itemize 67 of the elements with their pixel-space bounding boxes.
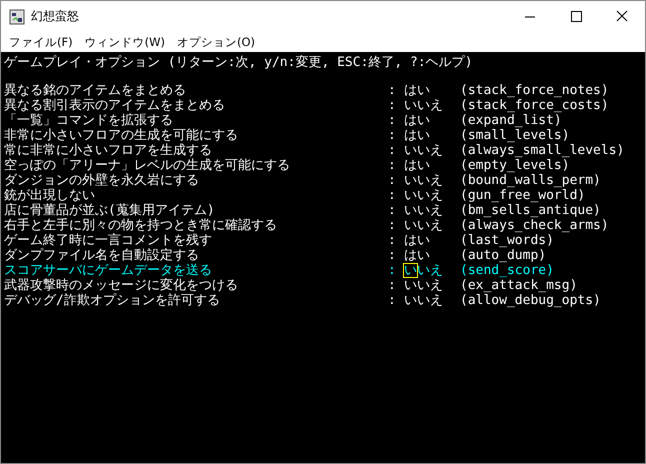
- option-value[interactable]: いいえ: [404, 293, 460, 308]
- option-key: (allow_debug_opts): [460, 293, 642, 308]
- option-key: (stack_force_notes): [460, 83, 642, 98]
- option-value[interactable]: いいえ: [404, 98, 460, 113]
- option-value[interactable]: はい: [404, 83, 460, 98]
- separator-colon: :: [388, 143, 397, 158]
- separator-colon: :: [388, 128, 397, 143]
- option-key: (gun_free_world): [460, 188, 642, 203]
- separator-colon: :: [388, 248, 397, 263]
- menu-item[interactable]: オプション(O): [170, 34, 261, 50]
- option-label[interactable]: ダンプファイル名を自動設定する: [4, 248, 388, 263]
- option-value[interactable]: いいえ: [404, 218, 460, 233]
- option-key: (expand_list): [460, 113, 642, 128]
- separator-colon: :: [388, 233, 397, 248]
- option-key: (bm_sells_antique): [460, 203, 642, 218]
- option-label[interactable]: 異なる銘のアイテムをまとめる: [4, 83, 388, 98]
- option-key: (always_small_levels): [460, 143, 642, 158]
- separator-colon: :: [388, 98, 397, 113]
- menu-item[interactable]: ウィンドウ(W): [78, 34, 171, 50]
- option-key: (last_words): [460, 233, 642, 248]
- option-value[interactable]: いいえ: [404, 188, 460, 203]
- option-value[interactable]: いいえ: [404, 143, 460, 158]
- separator-colon: :: [388, 263, 397, 278]
- option-key: (send_score): [460, 263, 642, 278]
- option-value[interactable]: はい: [404, 158, 460, 173]
- option-value[interactable]: いいえ: [404, 263, 460, 278]
- option-value[interactable]: はい: [404, 128, 460, 143]
- option-label[interactable]: 銃が出現しない: [4, 188, 388, 203]
- option-label[interactable]: 右手と左手に別々の物を持つとき常に確認する: [4, 218, 388, 233]
- option-value[interactable]: はい: [404, 113, 460, 128]
- option-label[interactable]: デバッグ/詐欺オプションを許可する: [4, 293, 388, 308]
- separator-colon: :: [388, 278, 397, 293]
- option-label[interactable]: ダンジョンの外壁を永久岩にする: [4, 173, 388, 188]
- option-label[interactable]: 店に骨董品が並ぶ(蒐集用アイテム): [4, 203, 388, 218]
- options-header: ゲームプレイ・オプション (リターン:次, y/n:変更, ESC:終了, ?:ヘルプ): [4, 55, 474, 70]
- option-label[interactable]: 武器攻撃時のメッセージに変化をつける: [4, 278, 388, 293]
- separator-colon: :: [388, 83, 397, 98]
- option-label[interactable]: 非常に小さいフロアの生成を可能にする: [4, 128, 388, 143]
- text-cursor: [403, 263, 418, 278]
- menu-item[interactable]: ファイル(F): [3, 34, 79, 50]
- option-key: (small_levels): [460, 128, 642, 143]
- option-key: (auto_dump): [460, 248, 642, 263]
- option-label[interactable]: 空っぽの「アリーナ」レベルの生成を可能にする: [4, 158, 388, 173]
- window-title: 幻想蛮怒: [31, 8, 80, 25]
- separator-colon: :: [388, 188, 397, 203]
- option-value[interactable]: いいえ: [404, 278, 460, 293]
- option-label[interactable]: 「一覧」コマンドを拡張する: [4, 113, 388, 128]
- option-key: (ex_attack_msg): [460, 278, 642, 293]
- separator-colon: :: [388, 158, 397, 173]
- separator-colon: :: [388, 203, 397, 218]
- option-label[interactable]: 異なる割引表示のアイテムをまとめる: [4, 98, 388, 113]
- option-value[interactable]: はい: [404, 248, 460, 263]
- option-key: (empty_levels): [460, 158, 642, 173]
- separator-colon: :: [388, 173, 397, 188]
- separator-colon: :: [388, 218, 397, 233]
- option-key: (stack_force_costs): [460, 98, 642, 113]
- separator-colon: :: [388, 293, 397, 308]
- option-value[interactable]: いいえ: [404, 173, 460, 188]
- option-key: (bound_walls_perm): [460, 173, 642, 188]
- option-label[interactable]: ゲーム終了時に一言コメントを残す: [4, 233, 388, 248]
- app-icon: [9, 8, 25, 24]
- option-label[interactable]: スコアサーバにゲームデータを送る: [4, 263, 388, 278]
- option-key: (always_check_arms): [460, 218, 642, 233]
- option-label[interactable]: 常に非常に小さいフロアを生成する: [4, 143, 388, 158]
- separator-colon: :: [388, 113, 397, 128]
- option-value[interactable]: いいえ: [404, 203, 460, 218]
- option-value[interactable]: はい: [404, 233, 460, 248]
